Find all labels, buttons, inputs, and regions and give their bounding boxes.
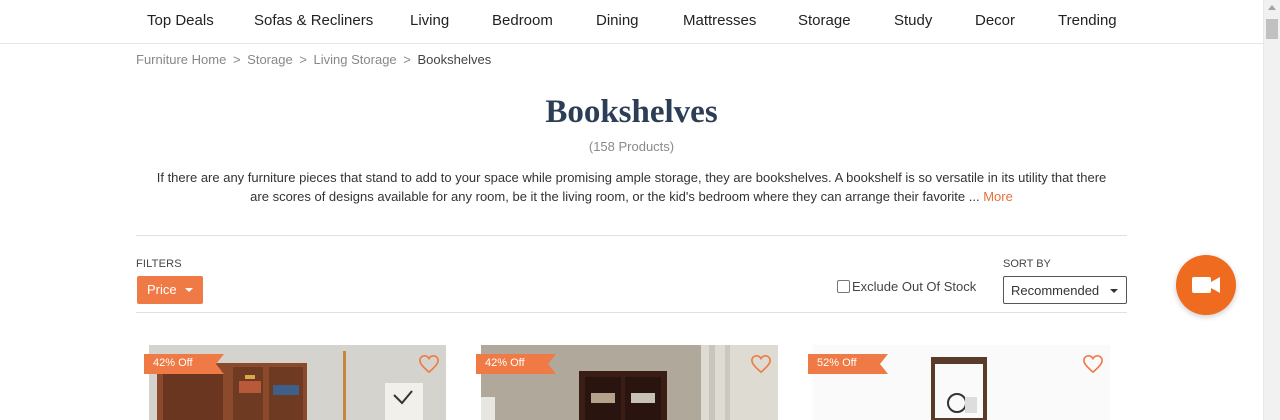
discount-badge-text: 42% Off [485, 357, 525, 369]
nav-item-top-deals[interactable]: Top Deals [147, 12, 214, 29]
video-camera-icon [1192, 277, 1220, 293]
heart-outline-icon[interactable] [750, 354, 772, 374]
discount-badge: 42% Off [144, 354, 224, 374]
video-call-button[interactable] [1176, 255, 1236, 315]
breadcrumb-separator: > [403, 52, 411, 67]
nav-item-dining[interactable]: Dining [596, 12, 639, 29]
nav-item-trending[interactable]: Trending [1058, 12, 1117, 29]
breadcrumb-link-living-storage[interactable]: Living Storage [314, 52, 397, 67]
heart-outline-icon[interactable] [1082, 354, 1104, 374]
product-count: (158 Products) [588, 139, 675, 154]
description-line-1: If there are any furniture pieces that s… [156, 170, 1107, 185]
sort-select[interactable]: Recommended [1003, 276, 1127, 304]
divider [136, 312, 1127, 313]
caret-down-icon [185, 288, 193, 292]
nav-item-bedroom[interactable]: Bedroom [492, 12, 553, 29]
nav-item-study[interactable]: Study [894, 12, 932, 29]
page-scrollbar[interactable] [1263, 0, 1280, 420]
sort-selected-value: Recommended [1011, 283, 1100, 298]
read-more-link[interactable]: More [983, 189, 1013, 204]
top-navigation: Top Deals Sofas & Recliners Living Bedro… [0, 0, 1263, 44]
heart-outline-icon[interactable] [418, 354, 440, 374]
category-description: If there are any furniture pieces that s… [136, 168, 1127, 206]
filters-label: FILTERS [136, 258, 182, 270]
nav-item-decor[interactable]: Decor [975, 12, 1015, 29]
scrollbar-thumb[interactable] [1266, 19, 1278, 39]
exclude-out-of-stock-label: Exclude Out Of Stock [852, 279, 977, 294]
discount-badge-text: 42% Off [153, 357, 193, 369]
breadcrumb-separator: > [299, 52, 307, 67]
price-filter-label: Price [147, 282, 177, 297]
breadcrumb-link-storage[interactable]: Storage [247, 52, 293, 67]
breadcrumb-link-furniture-home[interactable]: Furniture Home [136, 52, 226, 67]
description-line-2: are scores of designs available for any … [250, 189, 980, 204]
nav-item-living[interactable]: Living [410, 12, 449, 29]
discount-badge: 42% Off [476, 354, 556, 374]
nav-item-storage[interactable]: Storage [798, 12, 851, 29]
divider [136, 235, 1127, 236]
exclude-out-of-stock-toggle[interactable]: Exclude Out Of Stock [837, 279, 976, 294]
discount-badge-text: 52% Off [817, 357, 857, 369]
page-title: Bookshelves [545, 94, 718, 130]
scroll-up-arrow-icon[interactable] [1268, 5, 1276, 10]
price-filter-button[interactable]: Price [137, 276, 203, 304]
breadcrumb: Furniture Home > Storage > Living Storag… [136, 52, 491, 67]
nav-item-mattresses[interactable]: Mattresses [683, 12, 756, 29]
exclude-out-of-stock-checkbox[interactable] [837, 280, 850, 293]
breadcrumb-current: Bookshelves [417, 52, 492, 67]
sort-by-label: SORT BY [1003, 258, 1051, 270]
breadcrumb-separator: > [232, 52, 241, 67]
caret-down-icon [1110, 289, 1118, 293]
discount-badge: 52% Off [808, 354, 888, 374]
nav-item-sofas-recliners[interactable]: Sofas & Recliners [254, 12, 373, 29]
